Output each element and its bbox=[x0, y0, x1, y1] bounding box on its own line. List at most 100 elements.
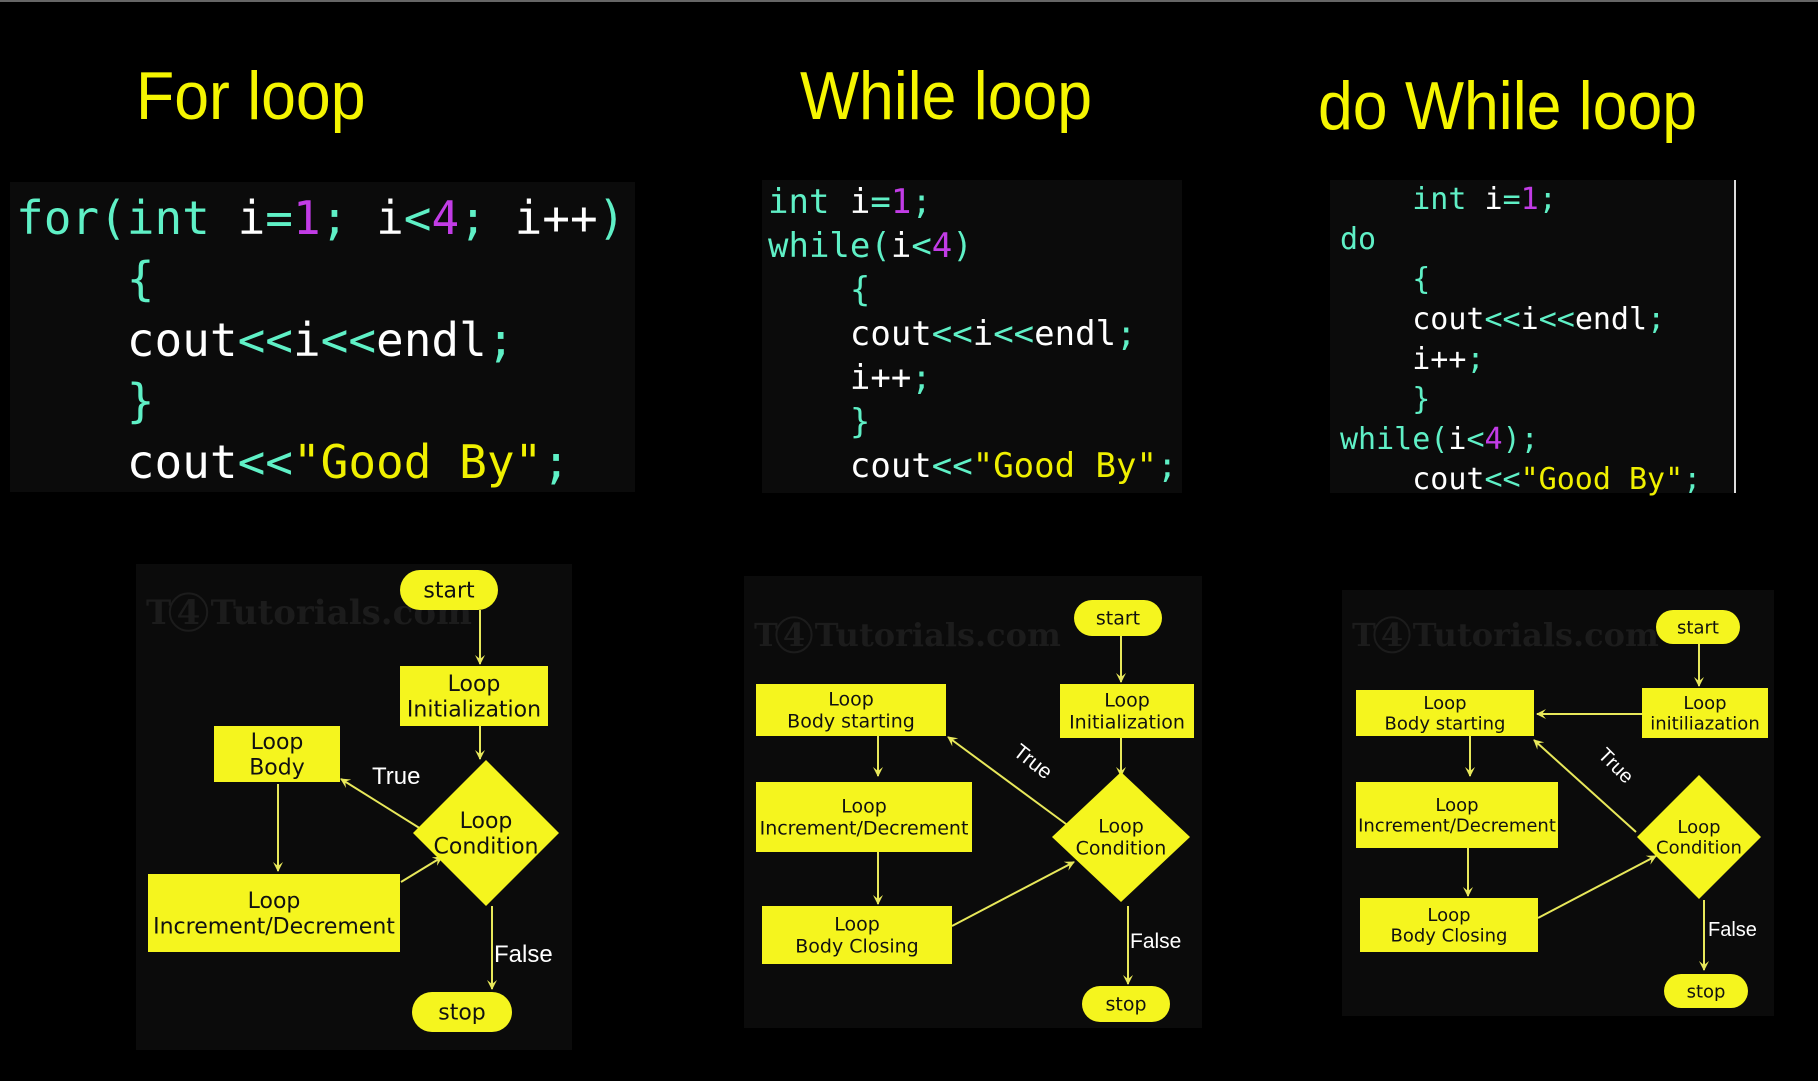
code-token: i bbox=[972, 314, 994, 354]
flowchart-while-loop: T 4 Tutorials.com True False start Loop Initial… bbox=[744, 576, 1202, 1028]
code-token: cout bbox=[768, 314, 932, 354]
code-token: i bbox=[237, 191, 266, 245]
node-label: Condition bbox=[434, 834, 539, 859]
node-incr: LoopIncrement/Decrement bbox=[1356, 782, 1558, 848]
watermark-text: 4 bbox=[1381, 616, 1403, 654]
code-line: { bbox=[16, 249, 629, 310]
node-start: start bbox=[1656, 610, 1740, 644]
code-token: ) bbox=[597, 191, 626, 245]
code-token: { bbox=[768, 270, 871, 310]
code-token: ; bbox=[1466, 342, 1485, 377]
node-label: stop bbox=[438, 1001, 486, 1026]
node-label: Loop bbox=[828, 689, 874, 711]
code-token: 1 bbox=[890, 182, 912, 222]
node-incr: LoopIncrement/Decrement bbox=[756, 782, 972, 852]
code-token: cout bbox=[1340, 462, 1485, 497]
node-label: Loop bbox=[448, 672, 501, 697]
code-line: cout<<i<<endl; bbox=[1340, 300, 1724, 340]
code-line: cout<<"Good By"; bbox=[16, 432, 629, 493]
edge-label-false: False bbox=[494, 941, 553, 968]
code-token: for( bbox=[16, 191, 127, 245]
code-token: ; bbox=[320, 191, 377, 245]
node-label: Body starting bbox=[787, 711, 915, 733]
code-token: i bbox=[890, 226, 912, 266]
code-panel-do-while: int i=1; do { cout<<i<<endl; i++; } while(… bbox=[1330, 180, 1736, 497]
code-line: while(i<4) bbox=[768, 224, 1176, 268]
node-stop: stop bbox=[1082, 986, 1170, 1022]
watermark: T 4 Tutorials.com bbox=[754, 616, 1061, 654]
node-stop: stop bbox=[412, 992, 512, 1032]
node-incr: LoopIncrement/Decrement bbox=[148, 874, 400, 952]
code-token: int bbox=[126, 191, 238, 245]
node-bodystart: LoopBody starting bbox=[1356, 690, 1534, 736]
watermark-text: Tutorials.com bbox=[815, 616, 1061, 654]
code-token: < bbox=[403, 191, 432, 245]
code-line: while(i<4); bbox=[1340, 420, 1724, 460]
node-label: Loop bbox=[1683, 693, 1726, 714]
code-token: = bbox=[1502, 182, 1521, 217]
node-label: Loop bbox=[834, 914, 880, 936]
edge-label-false: False bbox=[1708, 919, 1757, 941]
watermark-text: T bbox=[146, 593, 171, 633]
code-panel-while: int i=1; while(i<4) { cout<<i<<endl; i++;… bbox=[762, 180, 1182, 493]
node-label: Loop bbox=[1423, 693, 1466, 714]
code-line: cout<<i<<endl; bbox=[16, 310, 629, 371]
node-label: Loop bbox=[251, 730, 304, 755]
node-label: initiliazation bbox=[1650, 714, 1759, 735]
code-line: i++; bbox=[1340, 340, 1724, 380]
node-cond: LoopCondition bbox=[1052, 772, 1190, 902]
code-token: << bbox=[1484, 302, 1521, 337]
code-line: cout<<"Good By"; bbox=[1340, 460, 1724, 500]
code-token: i++ bbox=[514, 191, 598, 245]
node-label: Body bbox=[249, 755, 305, 780]
code-token: ; bbox=[911, 182, 932, 222]
code-token: cout bbox=[768, 446, 932, 486]
code-token: i++ bbox=[768, 358, 912, 398]
code-token: << bbox=[320, 313, 377, 367]
code-token: cout bbox=[1340, 302, 1485, 337]
code-token: } bbox=[1340, 382, 1431, 417]
node-label: Loop bbox=[248, 889, 301, 914]
code-token: endl bbox=[1034, 314, 1117, 354]
code-token: i++ bbox=[1340, 342, 1467, 377]
title-while-loop: While loop bbox=[800, 58, 1093, 134]
code-token: ; bbox=[459, 191, 515, 245]
code-token: << bbox=[237, 313, 293, 367]
node-label: Body starting bbox=[1385, 714, 1506, 735]
node-init: LoopInitialization bbox=[400, 666, 548, 726]
node-stop: stop bbox=[1664, 974, 1748, 1008]
code-token: ) bbox=[1502, 422, 1521, 457]
code-token: ; bbox=[1538, 182, 1557, 217]
code-token: cout bbox=[16, 435, 238, 489]
watermark-text: T bbox=[754, 616, 778, 654]
code-token: endl bbox=[376, 313, 487, 367]
node-cond: LoopCondition bbox=[413, 760, 559, 906]
code-token: 4 bbox=[431, 191, 460, 245]
watermark-text: Tutorials.com bbox=[1413, 616, 1659, 654]
code-line: { bbox=[1340, 260, 1724, 300]
edge-label-false: False bbox=[1130, 930, 1181, 953]
code-token: ; bbox=[1116, 314, 1137, 354]
title-do-while-loop: do While loop bbox=[1318, 68, 1698, 144]
code-token: << bbox=[1538, 302, 1575, 337]
node-label: Loop bbox=[1677, 817, 1720, 838]
node-init: LoopInitialization bbox=[1060, 684, 1194, 738]
node-start: start bbox=[400, 570, 498, 610]
flowchart-for-loop: T 4 Tutorials.com True False start Loop Initial… bbox=[136, 564, 572, 1050]
code-token: ) bbox=[952, 226, 973, 266]
code-line: cout<<i<<endl; bbox=[768, 312, 1176, 356]
edge-label-true: True bbox=[1593, 744, 1637, 788]
node-label: stop bbox=[1105, 994, 1146, 1016]
node-label: start bbox=[423, 579, 475, 604]
node-cond: LoopCondition bbox=[1637, 775, 1761, 899]
code-token: = bbox=[265, 191, 293, 245]
code-line: } bbox=[16, 371, 629, 432]
node-start: start bbox=[1074, 600, 1162, 636]
code-line: } bbox=[768, 400, 1176, 444]
code-token: < bbox=[911, 226, 932, 266]
code-token: < bbox=[1466, 422, 1485, 457]
edge-label-true: True bbox=[1009, 740, 1057, 784]
edge-bodyclose-to-cond bbox=[951, 861, 1075, 927]
code-token: while( bbox=[1340, 422, 1449, 457]
code-token: i bbox=[849, 182, 871, 222]
